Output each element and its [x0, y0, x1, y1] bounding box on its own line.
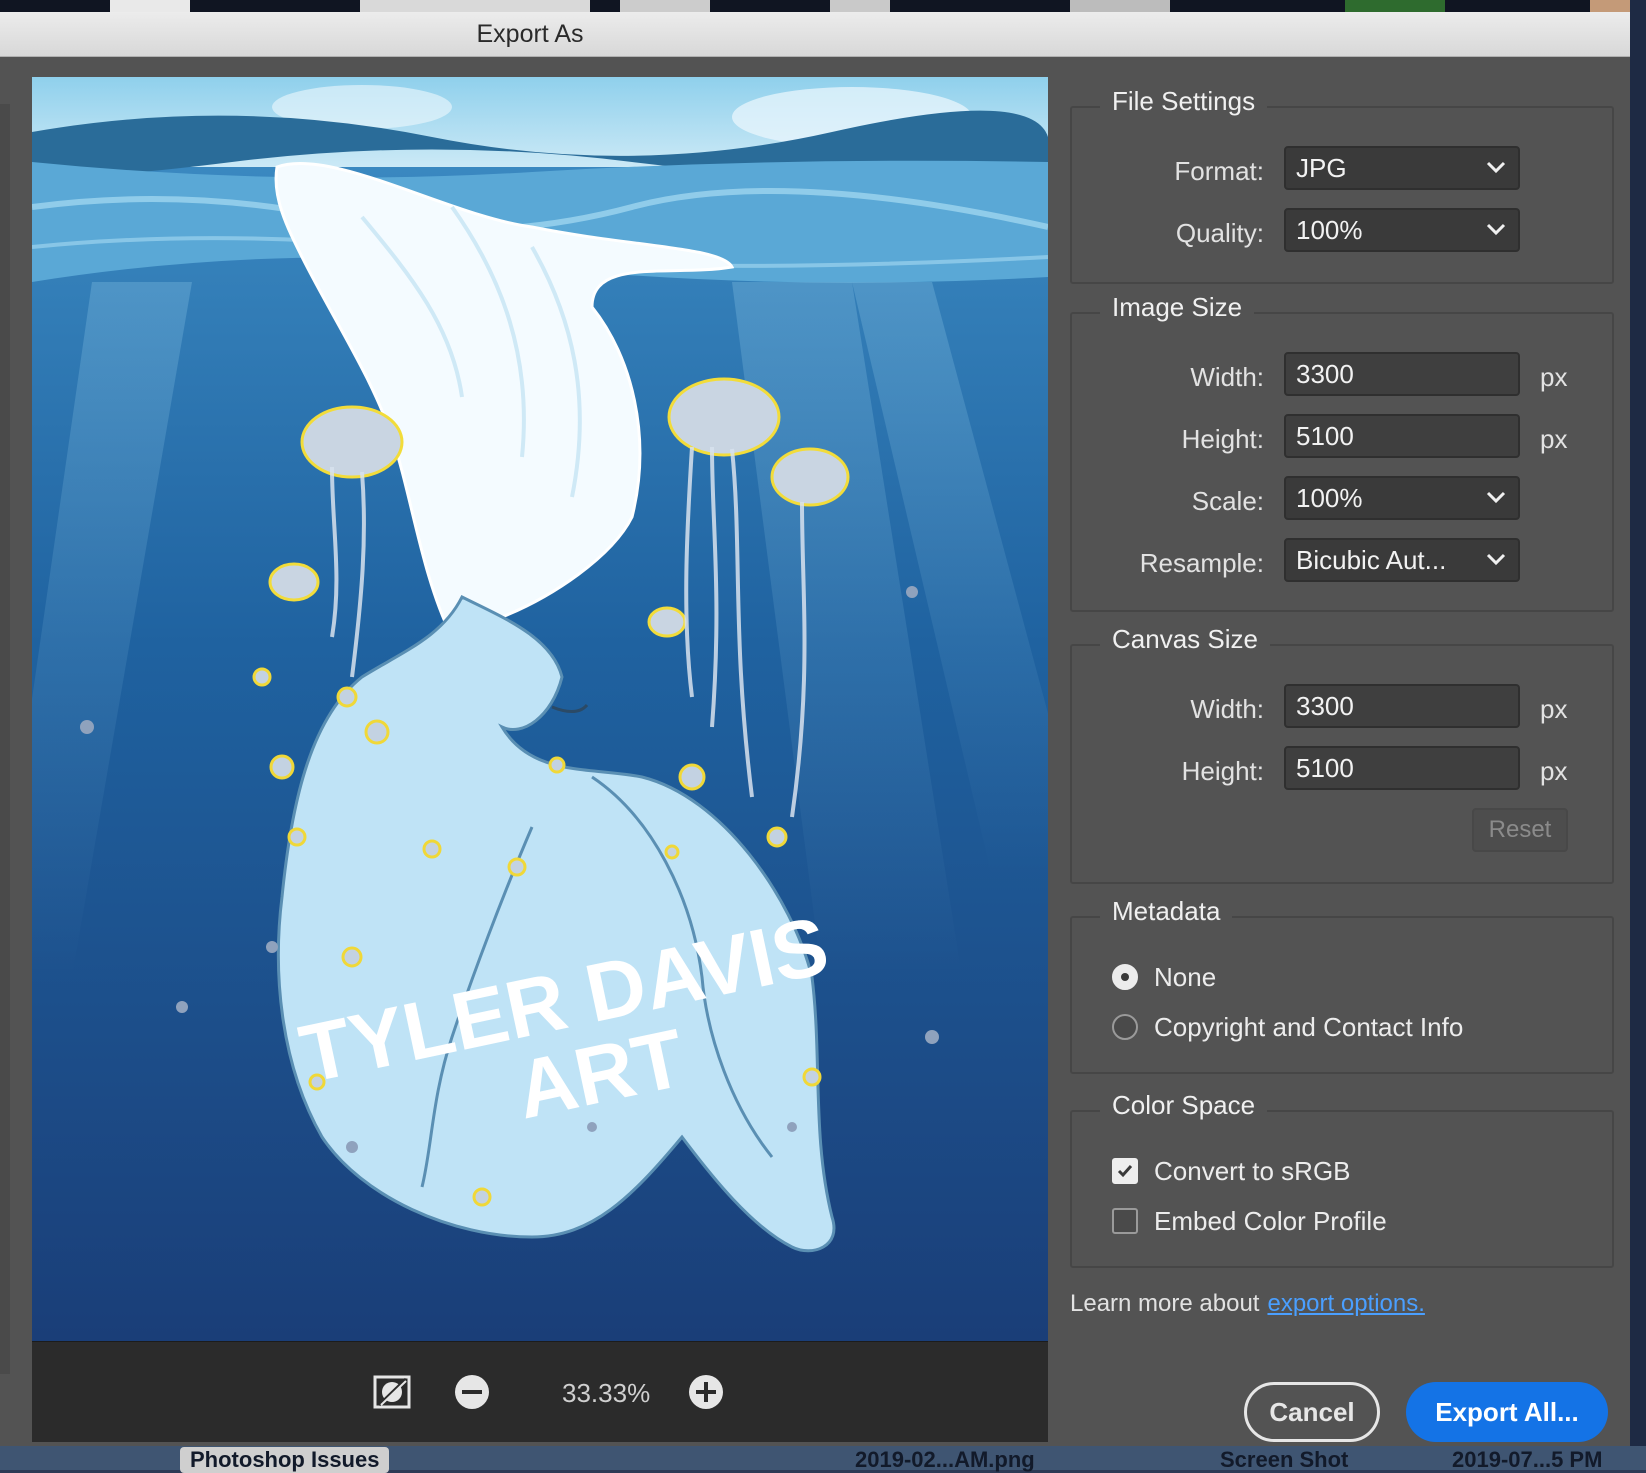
resample-label: Resample: [1139, 548, 1264, 578]
canvas-width-input[interactable]: 3300 [1284, 684, 1520, 728]
image-height-unit: px [1540, 424, 1568, 454]
metadata-copyright-label[interactable]: Copyright and Contact Info [1154, 1012, 1463, 1043]
preview-zoom-bar: 33.33% [32, 1341, 1048, 1442]
metadata-none-label[interactable]: None [1154, 962, 1216, 993]
quality-label: Quality: [1175, 218, 1264, 248]
dialog-title: Export As [476, 20, 584, 48]
file-settings-group: File Settings Format: JPG Quality: 100% [1070, 86, 1614, 284]
metadata-legend: Metadata [1100, 896, 1233, 927]
chevron-down-icon [1486, 553, 1506, 566]
image-height-input[interactable]: 5100 [1284, 414, 1520, 458]
quality-dropdown[interactable]: 100% [1284, 208, 1520, 252]
chevron-down-icon [1486, 491, 1506, 504]
canvas-width-label: Width: [1190, 694, 1264, 724]
learn-more-text: Learn more about export options. [1070, 1290, 1425, 1318]
zoom-in-icon[interactable] [686, 1372, 726, 1412]
image-width-label: Width: [1190, 362, 1264, 392]
canvas-height-label: Height: [1181, 756, 1264, 786]
export-all-button[interactable]: Export All... [1406, 1382, 1608, 1442]
checkmark-icon [1117, 1165, 1133, 1178]
taskbar-label[interactable]: 2019-07...5 PM [1452, 1447, 1602, 1473]
taskbar-label[interactable]: Screen Shot [1220, 1447, 1348, 1473]
desktop-thumbnail [360, 0, 590, 12]
left-edge-panel [0, 104, 10, 1374]
desktop-taskbar: Photoshop Issues 2019-02...AM.png Screen… [0, 1446, 1646, 1473]
desktop-right-strip [1630, 0, 1646, 1470]
zoom-level: 33.33% [562, 1378, 651, 1408]
file-settings-legend: File Settings [1100, 86, 1268, 117]
image-width-unit: px [1540, 362, 1568, 392]
metadata-group: Metadata None Copyright and Contact Info [1070, 896, 1614, 1074]
chevron-down-icon [1486, 223, 1506, 236]
dialog-titlebar[interactable]: Export As [0, 12, 1630, 57]
resample-dropdown[interactable]: Bicubic Aut... [1284, 538, 1520, 582]
format-label: Format: [1174, 156, 1264, 186]
image-height-label: Height: [1181, 424, 1264, 454]
canvas-height-unit: px [1540, 756, 1568, 786]
desktop-thumbnail [1590, 0, 1630, 12]
color-space-group: Color Space Convert to sRGB Embed Color … [1070, 1090, 1614, 1268]
canvas-width-unit: px [1540, 694, 1568, 724]
canvas-size-group: Canvas Size Width: 3300 px Height: 5100 … [1070, 624, 1614, 884]
canvas-size-legend: Canvas Size [1100, 624, 1270, 655]
zoom-out-icon[interactable] [452, 1372, 492, 1412]
taskbar-label[interactable]: 2019-02...AM.png [855, 1447, 1035, 1473]
export-options-link[interactable]: export options. [1267, 1290, 1424, 1317]
canvas-height-input[interactable]: 5100 [1284, 746, 1520, 790]
convert-srgb-checkbox[interactable] [1112, 1158, 1138, 1184]
desktop-thumbnail [1070, 0, 1170, 12]
desktop-thumbnail [830, 0, 890, 12]
color-space-legend: Color Space [1100, 1090, 1268, 1121]
metadata-none-radio[interactable] [1112, 964, 1138, 990]
convert-srgb-label[interactable]: Convert to sRGB [1154, 1156, 1351, 1187]
format-value: JPG [1296, 153, 1347, 183]
image-width-input[interactable]: 3300 [1284, 352, 1520, 396]
reset-button[interactable]: Reset [1472, 808, 1568, 852]
export-as-dialog: Export As TYLER DAVIS ART 33.33% File Se… [0, 12, 1630, 1446]
desktop-top-strip [0, 0, 1646, 12]
desktop-thumbnail [110, 0, 190, 12]
taskbar-label[interactable]: Photoshop Issues [180, 1447, 390, 1473]
artwork-illustration: TYLER DAVIS ART [32, 77, 1048, 1341]
metadata-copyright-radio[interactable] [1112, 1014, 1138, 1040]
cancel-button[interactable]: Cancel [1244, 1382, 1380, 1442]
toggle-transparency-icon[interactable] [372, 1372, 412, 1412]
learn-more-label: Learn more about [1070, 1290, 1260, 1317]
embed-profile-label[interactable]: Embed Color Profile [1154, 1206, 1387, 1237]
scale-label: Scale: [1191, 486, 1264, 516]
scale-value: 100% [1296, 483, 1363, 513]
scale-dropdown[interactable]: 100% [1284, 476, 1520, 520]
image-size-legend: Image Size [1100, 292, 1255, 323]
quality-value: 100% [1296, 215, 1363, 245]
format-dropdown[interactable]: JPG [1284, 146, 1520, 190]
chevron-down-icon [1486, 161, 1506, 174]
image-size-group: Image Size Width: 3300 px Height: 5100 p… [1070, 292, 1614, 612]
resample-value: Bicubic Aut... [1296, 545, 1447, 575]
image-preview[interactable]: TYLER DAVIS ART [32, 77, 1048, 1341]
embed-profile-checkbox[interactable] [1112, 1208, 1138, 1234]
desktop-thumbnail [1345, 0, 1445, 12]
desktop-thumbnail [620, 0, 710, 12]
